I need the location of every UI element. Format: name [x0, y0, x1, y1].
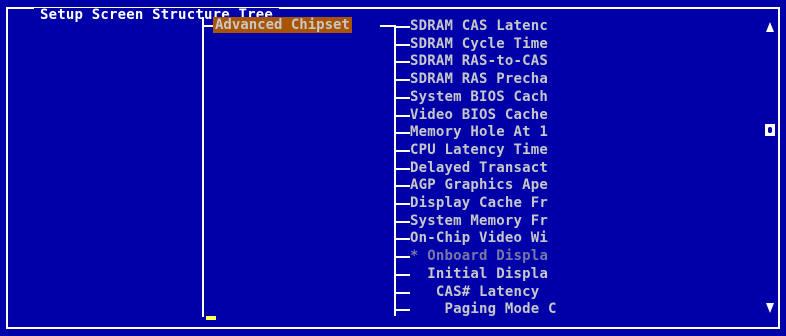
child-item-label: SDRAM RAS-to-CAS	[410, 53, 549, 69]
tree-branch-connector	[394, 44, 410, 46]
bios-setup-screen: Setup Screen Structure Tree Advanced Chi…	[0, 0, 786, 336]
tree-trunk-line	[202, 17, 204, 317]
tree-branch-connector	[394, 79, 410, 81]
tree-child-item[interactable]: Display Cache Fr	[410, 195, 548, 211]
child-item-label: SDRAM Cycle Time	[410, 36, 549, 52]
tree-node-advanced-chipset[interactable]: Advanced Chipset	[213, 17, 352, 33]
tree-child-item[interactable]: SDRAM RAS Precha	[410, 71, 548, 87]
tree-branch-connector	[394, 185, 410, 187]
child-item-label: System BIOS Cach	[410, 89, 549, 105]
child-item-prefix	[410, 301, 445, 317]
tree-child-item[interactable]: Paging Mode C	[410, 301, 557, 317]
child-item-label: Video BIOS Cache	[410, 107, 549, 123]
tree-child-item[interactable]: Initial Displa	[410, 266, 548, 282]
child-item-label: CPU Latency Time	[410, 142, 549, 158]
tree-child-item[interactable]: AGP Graphics Ape	[410, 177, 548, 193]
child-item-label: Initial Displa	[427, 266, 549, 282]
tree-branch-connector	[394, 26, 410, 28]
tree-child-item[interactable]: Delayed Transact	[410, 160, 548, 176]
tree-child-item[interactable]: SDRAM CAS Latenc	[410, 18, 548, 34]
children-branch-line	[394, 25, 396, 316]
child-item-label: AGP Graphics Ape	[410, 177, 549, 193]
tree-child-item[interactable]: * Onboard Displa	[410, 248, 548, 264]
tree-child-item[interactable]: Video BIOS Cache	[410, 107, 548, 123]
child-item-label: Delayed Transact	[410, 160, 549, 176]
scrollbar[interactable]	[764, 19, 776, 316]
tree-branch-connector	[394, 115, 410, 117]
tree-branch-connector	[394, 238, 410, 240]
child-item-label: CAS# Latency	[435, 284, 540, 300]
tree-child-item[interactable]: System Memory Fr	[410, 213, 548, 229]
tree-branch-connector	[394, 309, 410, 311]
tree-child-item[interactable]: CPU Latency Time	[410, 142, 548, 158]
tree-child-item[interactable]: Memory Hole At 1	[410, 124, 548, 140]
tree-branch-connector	[394, 150, 410, 152]
child-item-prefix	[410, 266, 427, 282]
tree-branch-connector	[394, 292, 410, 294]
arrow-down-icon[interactable]	[766, 303, 774, 313]
tree-child-item[interactable]: On-Chip Video Wi	[410, 230, 548, 246]
text-cursor	[206, 316, 216, 320]
tree-child-item[interactable]: CAS# Latency	[410, 284, 539, 300]
child-item-label: Onboard Displa	[427, 248, 549, 264]
child-item-label: SDRAM CAS Latenc	[410, 18, 549, 34]
child-item-label: Display Cache Fr	[410, 195, 549, 211]
child-item-label: On-Chip Video Wi	[410, 230, 549, 246]
tree-branch-connector	[394, 168, 410, 170]
scrollbar-thumb[interactable]	[765, 124, 775, 136]
tree-branch-connector	[394, 61, 410, 63]
child-item-label: Memory Hole At 1	[410, 124, 549, 140]
child-item-label: System Memory Fr	[410, 213, 549, 229]
tree-branch-connector	[394, 274, 410, 276]
tree-branch-connector	[394, 132, 410, 134]
tree-branch-connector	[394, 203, 410, 205]
structure-tree-frame: Setup Screen Structure Tree	[6, 7, 780, 329]
child-item-prefix	[410, 284, 436, 300]
arrow-up-icon[interactable]	[766, 22, 774, 32]
tree-branch-connector	[394, 221, 410, 223]
tree-child-item[interactable]: System BIOS Cach	[410, 89, 548, 105]
tree-branch-connector	[394, 256, 410, 258]
child-item-label: Paging Mode C	[444, 301, 557, 317]
child-item-prefix: *	[410, 248, 428, 264]
tree-child-item[interactable]: SDRAM Cycle Time	[410, 36, 548, 52]
tree-child-item[interactable]: SDRAM RAS-to-CAS	[410, 53, 548, 69]
tree-branch-connector	[394, 97, 410, 99]
child-item-label: SDRAM RAS Precha	[410, 71, 549, 87]
